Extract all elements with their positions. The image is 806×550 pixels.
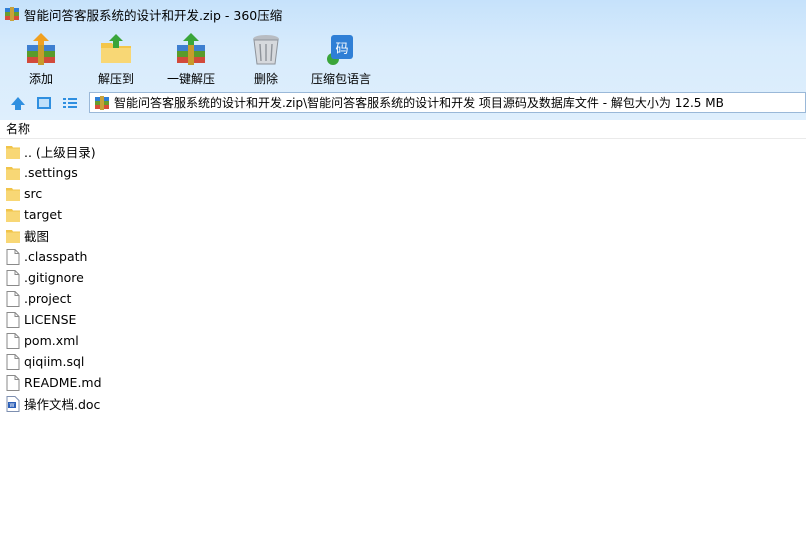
svg-text:W: W: [10, 403, 15, 409]
file-row[interactable]: W 操作文档.doc: [0, 393, 806, 414]
one-click-extract-label: 一键解压: [166, 72, 215, 86]
window-chrome: 智能问答客服系统的设计和开发.zip - 360压缩 添加 解压到 一键解压 删…: [0, 0, 806, 120]
extract-to-button[interactable]: 解压到: [81, 28, 151, 88]
item-name: README.md: [24, 375, 102, 390]
window-title: 智能问答客服系统的设计和开发.zip - 360压缩: [24, 7, 283, 23]
folder-icon: [6, 208, 20, 222]
item-name: 操作文档.doc: [24, 397, 101, 412]
file-row[interactable]: .project: [0, 288, 806, 309]
folder-row[interactable]: src: [0, 183, 806, 204]
one-click-extract-button[interactable]: 一键解压: [156, 28, 226, 88]
folder-row[interactable]: target: [0, 204, 806, 225]
list-view-icon[interactable]: [61, 95, 79, 111]
path-text: 智能问答客服系统的设计和开发.zip\智能问答客服系统的设计和开发 项目源码及数…: [114, 96, 724, 110]
add-button[interactable]: 添加: [6, 28, 76, 88]
file-icon: [6, 353, 20, 370]
item-name: .gitignore: [24, 270, 84, 285]
delete-button[interactable]: 删除: [231, 28, 301, 88]
up-arrow-icon[interactable]: [9, 95, 27, 111]
item-name: .classpath: [24, 249, 88, 264]
file-row[interactable]: pom.xml: [0, 330, 806, 351]
item-name: src: [24, 186, 43, 201]
item-name: 截图: [24, 229, 50, 244]
delete-label: 删除: [253, 72, 278, 86]
column-header-name[interactable]: 名称: [0, 120, 806, 139]
file-row[interactable]: README.md: [0, 372, 806, 393]
file-icon: [6, 290, 20, 307]
file-row[interactable]: qiqiim.sql: [0, 351, 806, 372]
file-icon: [6, 269, 20, 286]
file-icon: [6, 374, 20, 391]
address-bar: 智能问答客服系统的设计和开发.zip\智能问答客服系统的设计和开发 项目源码及数…: [0, 92, 806, 114]
file-row[interactable]: .classpath: [0, 246, 806, 267]
zip-archive-icon: [95, 96, 109, 110]
folder-row[interactable]: 截图: [0, 225, 806, 246]
folder-row[interactable]: .. (上级目录): [0, 141, 806, 162]
folder-icon: [6, 187, 20, 201]
extract-to-icon: [101, 34, 131, 63]
folder-icon: [6, 145, 20, 159]
title-bar: 智能问答客服系统的设计和开发.zip - 360压缩: [0, 0, 806, 28]
item-name: .. (上级目录): [24, 145, 96, 160]
file-rows: .. (上级目录) .settings src target 截图 .classpath.…: [0, 141, 806, 414]
item-name: qiqiim.sql: [24, 354, 85, 369]
folder-icon: [6, 229, 20, 243]
add-label: 添加: [28, 72, 53, 86]
extract-to-label: 解压到: [97, 72, 134, 86]
archive-encoding-button[interactable]: 码 压缩包语言: [306, 28, 376, 88]
file-row[interactable]: .gitignore: [0, 267, 806, 288]
file-icon: [6, 248, 20, 265]
add-archive-icon: [27, 33, 55, 65]
word-document-icon: W: [6, 395, 20, 412]
file-icon: [6, 311, 20, 328]
item-name: LICENSE: [24, 312, 77, 327]
path-field[interactable]: 智能问答客服系统的设计和开发.zip\智能问答客服系统的设计和开发 项目源码及数…: [89, 92, 806, 113]
trash-icon: [253, 35, 279, 65]
item-name: .project: [24, 291, 72, 306]
item-name: pom.xml: [24, 333, 79, 348]
encoding-icon: 码: [327, 35, 353, 65]
file-list: 名称 .. (上级目录) .settings src target 截图 .classpa…: [0, 120, 806, 550]
toolbar: 添加 解压到 一键解压 删除 码 压缩包语言: [0, 28, 806, 88]
one-click-extract-icon: [177, 33, 205, 65]
item-name: .settings: [24, 165, 78, 180]
folder-icon: [6, 166, 20, 180]
folder-row[interactable]: .settings: [0, 162, 806, 183]
item-name: target: [24, 207, 63, 222]
archive-encoding-label: 压缩包语言: [310, 72, 371, 86]
svg-text:码: 码: [335, 42, 348, 57]
file-icon: [6, 332, 20, 349]
file-row[interactable]: LICENSE: [0, 309, 806, 330]
app-icon: [5, 7, 19, 21]
large-icon-view-icon[interactable]: [35, 95, 53, 111]
